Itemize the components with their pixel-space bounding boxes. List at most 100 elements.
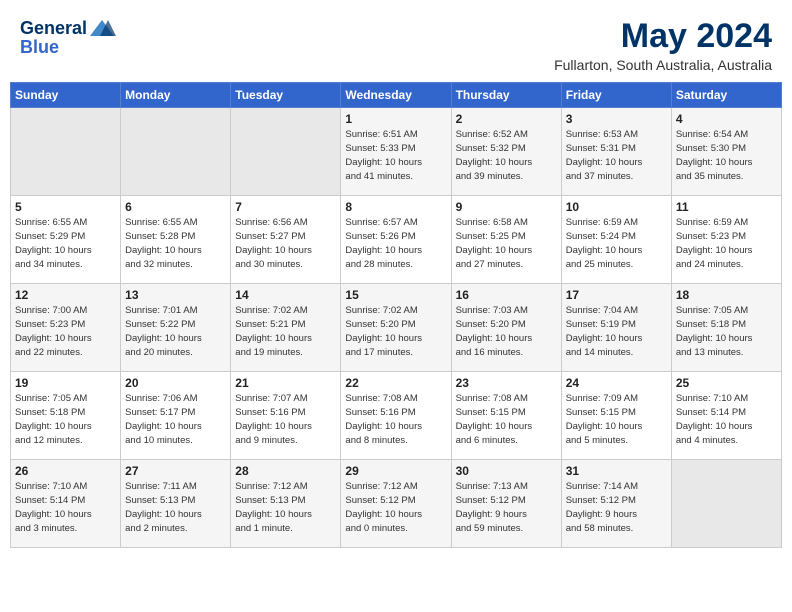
- calendar-cell: 22Sunrise: 7:08 AM Sunset: 5:16 PM Dayli…: [341, 372, 451, 460]
- calendar-cell: 29 Sunrise: 7:12 AM Sunset: 5:12 PM Dayli…: [341, 460, 451, 548]
- day-number: 6: [125, 200, 226, 214]
- cell-content: Sunrise: 7:10 AM Sunset: 5:14 PM Dayligh…: [15, 480, 116, 535]
- day-number: 2: [456, 112, 557, 126]
- day-number: 25: [676, 376, 777, 390]
- cell-content: Sunrise: 7:00 AM Sunset: 5:23 PM Dayligh…: [15, 304, 116, 359]
- cell-content: Sunrise: 7:03 AM Sunset: 5:20 PM Dayligh…: [456, 304, 557, 359]
- day-number: 1: [345, 112, 446, 126]
- calendar-cell: 16 Sunrise: 7:03 AM Sunset: 5:20 PM Dayli…: [451, 284, 561, 372]
- cell-content: Sunrise: 6:57 AM Sunset: 5:26 PM Dayligh…: [345, 216, 446, 271]
- weekday-header-saturday: Saturday: [671, 83, 781, 108]
- day-number: 3: [566, 112, 667, 126]
- weekday-header-tuesday: Tuesday: [231, 83, 341, 108]
- day-number: 20: [125, 376, 226, 390]
- calendar-cell: 30 Sunrise: 7:13 AM Sunset: 5:12 PM Dayli…: [451, 460, 561, 548]
- calendar-cell: [671, 460, 781, 548]
- calendar-cell: 25 Sunrise: 7:10 AM Sunset: 5:14 PM Dayli…: [671, 372, 781, 460]
- calendar-cell: 8 Sunrise: 6:57 AM Sunset: 5:26 PM Daylig…: [341, 196, 451, 284]
- weekday-header-friday: Friday: [561, 83, 671, 108]
- calendar-cell: 31Sunrise: 7:14 AM Sunset: 5:12 PM Dayli…: [561, 460, 671, 548]
- calendar-cell: 15 Sunrise: 7:02 AM Sunset: 5:20 PM Dayli…: [341, 284, 451, 372]
- cell-content: Sunrise: 6:55 AM Sunset: 5:28 PM Dayligh…: [125, 216, 226, 271]
- cell-content: Sunrise: 7:10 AM Sunset: 5:14 PM Dayligh…: [676, 392, 777, 447]
- calendar-cell: 17 Sunrise: 7:04 AM Sunset: 5:19 PM Dayli…: [561, 284, 671, 372]
- cell-content: Sunrise: 7:13 AM Sunset: 5:12 PM Dayligh…: [456, 480, 557, 535]
- calendar-cell: 13Sunrise: 7:01 AM Sunset: 5:22 PM Dayli…: [121, 284, 231, 372]
- day-number: 31: [566, 464, 667, 478]
- day-number: 18: [676, 288, 777, 302]
- calendar-cell: 11Sunrise: 6:59 AM Sunset: 5:23 PM Dayli…: [671, 196, 781, 284]
- calendar-cell: 18 Sunrise: 7:05 AM Sunset: 5:18 PM Dayli…: [671, 284, 781, 372]
- calendar-cell: 23Sunrise: 7:08 AM Sunset: 5:15 PM Dayli…: [451, 372, 561, 460]
- day-number: 7: [235, 200, 336, 214]
- cell-content: Sunrise: 7:04 AM Sunset: 5:19 PM Dayligh…: [566, 304, 667, 359]
- day-number: 12: [15, 288, 116, 302]
- cell-content: Sunrise: 6:59 AM Sunset: 5:24 PM Dayligh…: [566, 216, 667, 271]
- day-number: 9: [456, 200, 557, 214]
- location-title: Fullarton, South Australia, Australia: [554, 57, 772, 73]
- calendar-cell: 5Sunrise: 6:55 AM Sunset: 5:29 PM Daylig…: [11, 196, 121, 284]
- calendar-cell: 21 Sunrise: 7:07 AM Sunset: 5:16 PM Dayli…: [231, 372, 341, 460]
- calendar-cell: 19 Sunrise: 7:05 AM Sunset: 5:18 PM Dayli…: [11, 372, 121, 460]
- cell-content: Sunrise: 7:12 AM Sunset: 5:12 PM Dayligh…: [345, 480, 446, 535]
- day-number: 16: [456, 288, 557, 302]
- day-number: 14: [235, 288, 336, 302]
- cell-content: Sunrise: 6:52 AM Sunset: 5:32 PM Dayligh…: [456, 128, 557, 183]
- day-number: 28: [235, 464, 336, 478]
- cell-content: Sunrise: 7:09 AM Sunset: 5:15 PM Dayligh…: [566, 392, 667, 447]
- calendar-cell: [231, 108, 341, 196]
- calendar-cell: 1 Sunrise: 6:51 AM Sunset: 5:33 PM Daylig…: [341, 108, 451, 196]
- cell-content: Sunrise: 7:11 AM Sunset: 5:13 PM Dayligh…: [125, 480, 226, 535]
- calendar-cell: 14Sunrise: 7:02 AM Sunset: 5:21 PM Dayli…: [231, 284, 341, 372]
- cell-content: Sunrise: 7:05 AM Sunset: 5:18 PM Dayligh…: [15, 392, 116, 447]
- day-number: 21: [235, 376, 336, 390]
- logo-icon: [88, 18, 116, 40]
- calendar-cell: 20 Sunrise: 7:06 AM Sunset: 5:17 PM Dayli…: [121, 372, 231, 460]
- cell-content: Sunrise: 6:54 AM Sunset: 5:30 PM Dayligh…: [676, 128, 777, 183]
- day-number: 24: [566, 376, 667, 390]
- cell-content: Sunrise: 7:07 AM Sunset: 5:16 PM Dayligh…: [235, 392, 336, 447]
- calendar-cell: 27 Sunrise: 7:11 AM Sunset: 5:13 PM Dayli…: [121, 460, 231, 548]
- cell-content: Sunrise: 6:58 AM Sunset: 5:25 PM Dayligh…: [456, 216, 557, 271]
- calendar-cell: 26 Sunrise: 7:10 AM Sunset: 5:14 PM Dayli…: [11, 460, 121, 548]
- calendar-cell: 28 Sunrise: 7:12 AM Sunset: 5:13 PM Dayli…: [231, 460, 341, 548]
- calendar-cell: 12 Sunrise: 7:00 AM Sunset: 5:23 PM Dayli…: [11, 284, 121, 372]
- calendar-cell: [11, 108, 121, 196]
- weekday-header-wednesday: Wednesday: [341, 83, 451, 108]
- calendar-cell: 2 Sunrise: 6:52 AM Sunset: 5:32 PM Daylig…: [451, 108, 561, 196]
- day-number: 17: [566, 288, 667, 302]
- calendar-cell: 9 Sunrise: 6:58 AM Sunset: 5:25 PM Daylig…: [451, 196, 561, 284]
- calendar-cell: 6 Sunrise: 6:55 AM Sunset: 5:28 PM Daylig…: [121, 196, 231, 284]
- cell-content: Sunrise: 7:02 AM Sunset: 5:20 PM Dayligh…: [345, 304, 446, 359]
- day-number: 26: [15, 464, 116, 478]
- day-number: 27: [125, 464, 226, 478]
- day-number: 13: [125, 288, 226, 302]
- month-title: May 2024: [554, 18, 772, 55]
- cell-content: Sunrise: 6:53 AM Sunset: 5:31 PM Dayligh…: [566, 128, 667, 183]
- weekday-header-monday: Monday: [121, 83, 231, 108]
- logo-blue: Blue: [20, 38, 116, 58]
- day-number: 19: [15, 376, 116, 390]
- cell-content: Sunrise: 7:12 AM Sunset: 5:13 PM Dayligh…: [235, 480, 336, 535]
- day-number: 10: [566, 200, 667, 214]
- cell-content: Sunrise: 7:08 AM Sunset: 5:15 PM Dayligh…: [456, 392, 557, 447]
- day-number: 30: [456, 464, 557, 478]
- page-header: General Blue May 2024 Fullarton, South A…: [10, 10, 782, 78]
- weekday-header-sunday: Sunday: [11, 83, 121, 108]
- day-number: 29: [345, 464, 446, 478]
- cell-content: Sunrise: 7:05 AM Sunset: 5:18 PM Dayligh…: [676, 304, 777, 359]
- calendar-cell: 3 Sunrise: 6:53 AM Sunset: 5:31 PM Daylig…: [561, 108, 671, 196]
- weekday-header-thursday: Thursday: [451, 83, 561, 108]
- cell-content: Sunrise: 7:06 AM Sunset: 5:17 PM Dayligh…: [125, 392, 226, 447]
- cell-content: Sunrise: 6:55 AM Sunset: 5:29 PM Dayligh…: [15, 216, 116, 271]
- calendar-cell: [121, 108, 231, 196]
- cell-content: Sunrise: 6:56 AM Sunset: 5:27 PM Dayligh…: [235, 216, 336, 271]
- calendar-table: SundayMondayTuesdayWednesdayThursdayFrid…: [10, 82, 782, 548]
- calendar-cell: 24 Sunrise: 7:09 AM Sunset: 5:15 PM Dayli…: [561, 372, 671, 460]
- cell-content: Sunrise: 7:08 AM Sunset: 5:16 PM Dayligh…: [345, 392, 446, 447]
- day-number: 8: [345, 200, 446, 214]
- cell-content: Sunrise: 6:51 AM Sunset: 5:33 PM Dayligh…: [345, 128, 446, 183]
- logo: General Blue: [20, 18, 116, 58]
- title-block: May 2024 Fullarton, South Australia, Aus…: [554, 18, 772, 73]
- day-number: 15: [345, 288, 446, 302]
